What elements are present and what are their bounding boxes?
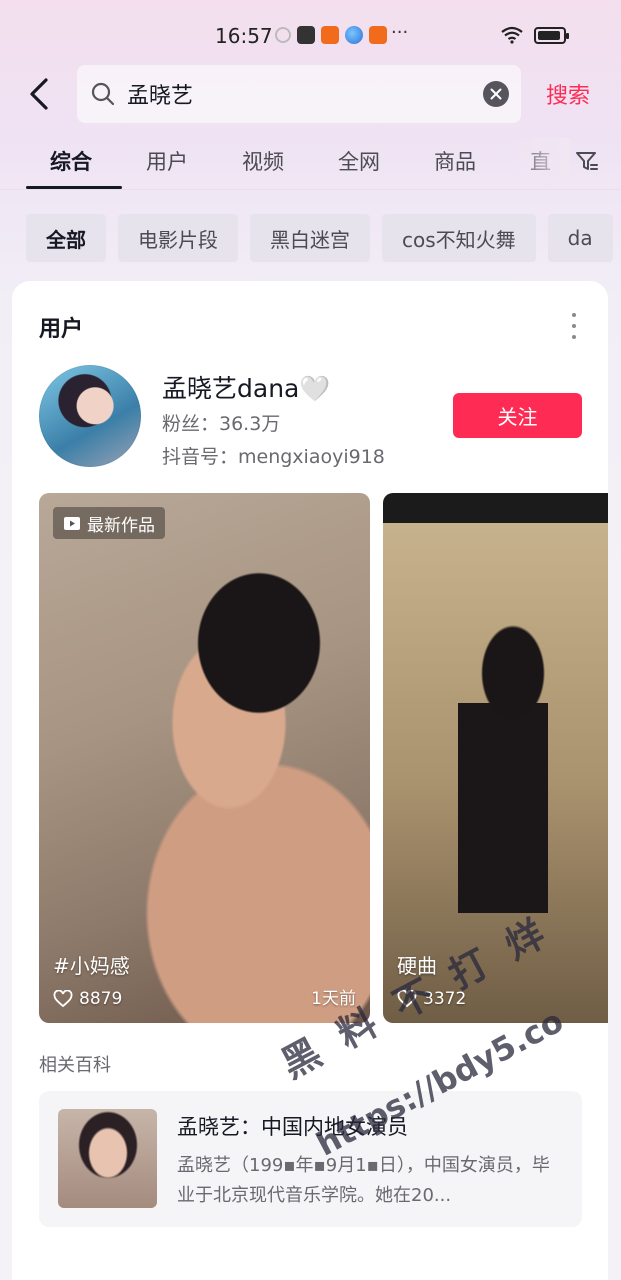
tab-products[interactable]: 商品 [434, 146, 476, 176]
badge-label: 最新作品 [87, 515, 155, 536]
tab-videos[interactable]: 视频 [242, 146, 284, 176]
filter-chips: 全部 电影片段 黑白迷宫 cos不知火舞 da [26, 214, 613, 262]
app-notification-icon [321, 26, 339, 44]
chip-all[interactable]: 全部 [26, 214, 106, 262]
encyclopedia-description: 孟晓艺（199▪年▪9月1▪日），中国女演员，毕业于北京现代音乐学院。她在20.… [177, 1155, 550, 1206]
clear-search-button[interactable] [483, 81, 509, 107]
close-icon [490, 88, 502, 100]
chip-dana[interactable]: da [547, 214, 613, 262]
video-icon [64, 517, 80, 530]
chip-movie-clips[interactable]: 电影片段 [118, 214, 238, 262]
back-button[interactable] [22, 74, 56, 114]
status-system-icons [500, 26, 569, 44]
status-more: ··· [391, 22, 409, 43]
likes-count: 8879 [79, 989, 123, 1009]
tab-comprehensive[interactable]: 综合 [50, 146, 92, 176]
app-notification-icon [369, 26, 387, 44]
fans-count: 粉丝：36.3万 [162, 413, 281, 435]
search-input[interactable] [127, 81, 467, 107]
battery-icon [534, 26, 569, 44]
search-bar[interactable] [77, 65, 521, 123]
hotspot-icon [275, 27, 291, 43]
heart-icon [53, 990, 73, 1008]
user-name[interactable]: 孟晓艺dana🤍 [162, 369, 330, 405]
tab-users[interactable]: 用户 [146, 146, 188, 176]
video-card[interactable]: 最新作品 #小妈感 8879 1天前 [39, 493, 370, 1023]
status-notification-icons [275, 26, 387, 44]
latest-work-badge: 最新作品 [53, 507, 165, 539]
status-time: 16:57 [215, 24, 273, 48]
tabs-fade [510, 138, 570, 188]
app-notification-icon [297, 26, 315, 44]
chip-black-white-maze[interactable]: 黑白迷宫 [250, 214, 370, 262]
search-icon [91, 82, 115, 106]
filter-icon[interactable] [574, 148, 600, 174]
search-tabs: 综合 用户 视频 全网 商品 直 [0, 138, 621, 190]
section-title-users: 用户 [39, 317, 84, 342]
douyin-id: 抖音号：mengxiaoyi918 [162, 446, 385, 468]
search-submit-button[interactable]: 搜索 [546, 78, 590, 110]
more-options-icon[interactable] [570, 313, 578, 339]
chip-cos[interactable]: cos不知火舞 [382, 214, 536, 262]
wifi-icon [501, 26, 523, 44]
tab-web[interactable]: 全网 [338, 146, 380, 176]
encyclopedia-card[interactable]: 孟晓艺：中国内地女演员 孟晓艺（199▪年▪9月1▪日），中国女演员，毕业于北京… [39, 1091, 582, 1227]
active-tab-indicator [26, 186, 122, 189]
video-likes: 8879 [53, 989, 122, 1009]
related-encyclopedia-title: 相关百科 [39, 1055, 111, 1076]
avatar[interactable] [39, 365, 141, 467]
chevron-left-icon [30, 78, 48, 110]
browser-notification-icon [345, 26, 363, 44]
encyclopedia-thumbnail [58, 1109, 157, 1208]
follow-button[interactable]: 关注 [453, 393, 582, 438]
video-caption: #小妈感 [53, 954, 130, 978]
